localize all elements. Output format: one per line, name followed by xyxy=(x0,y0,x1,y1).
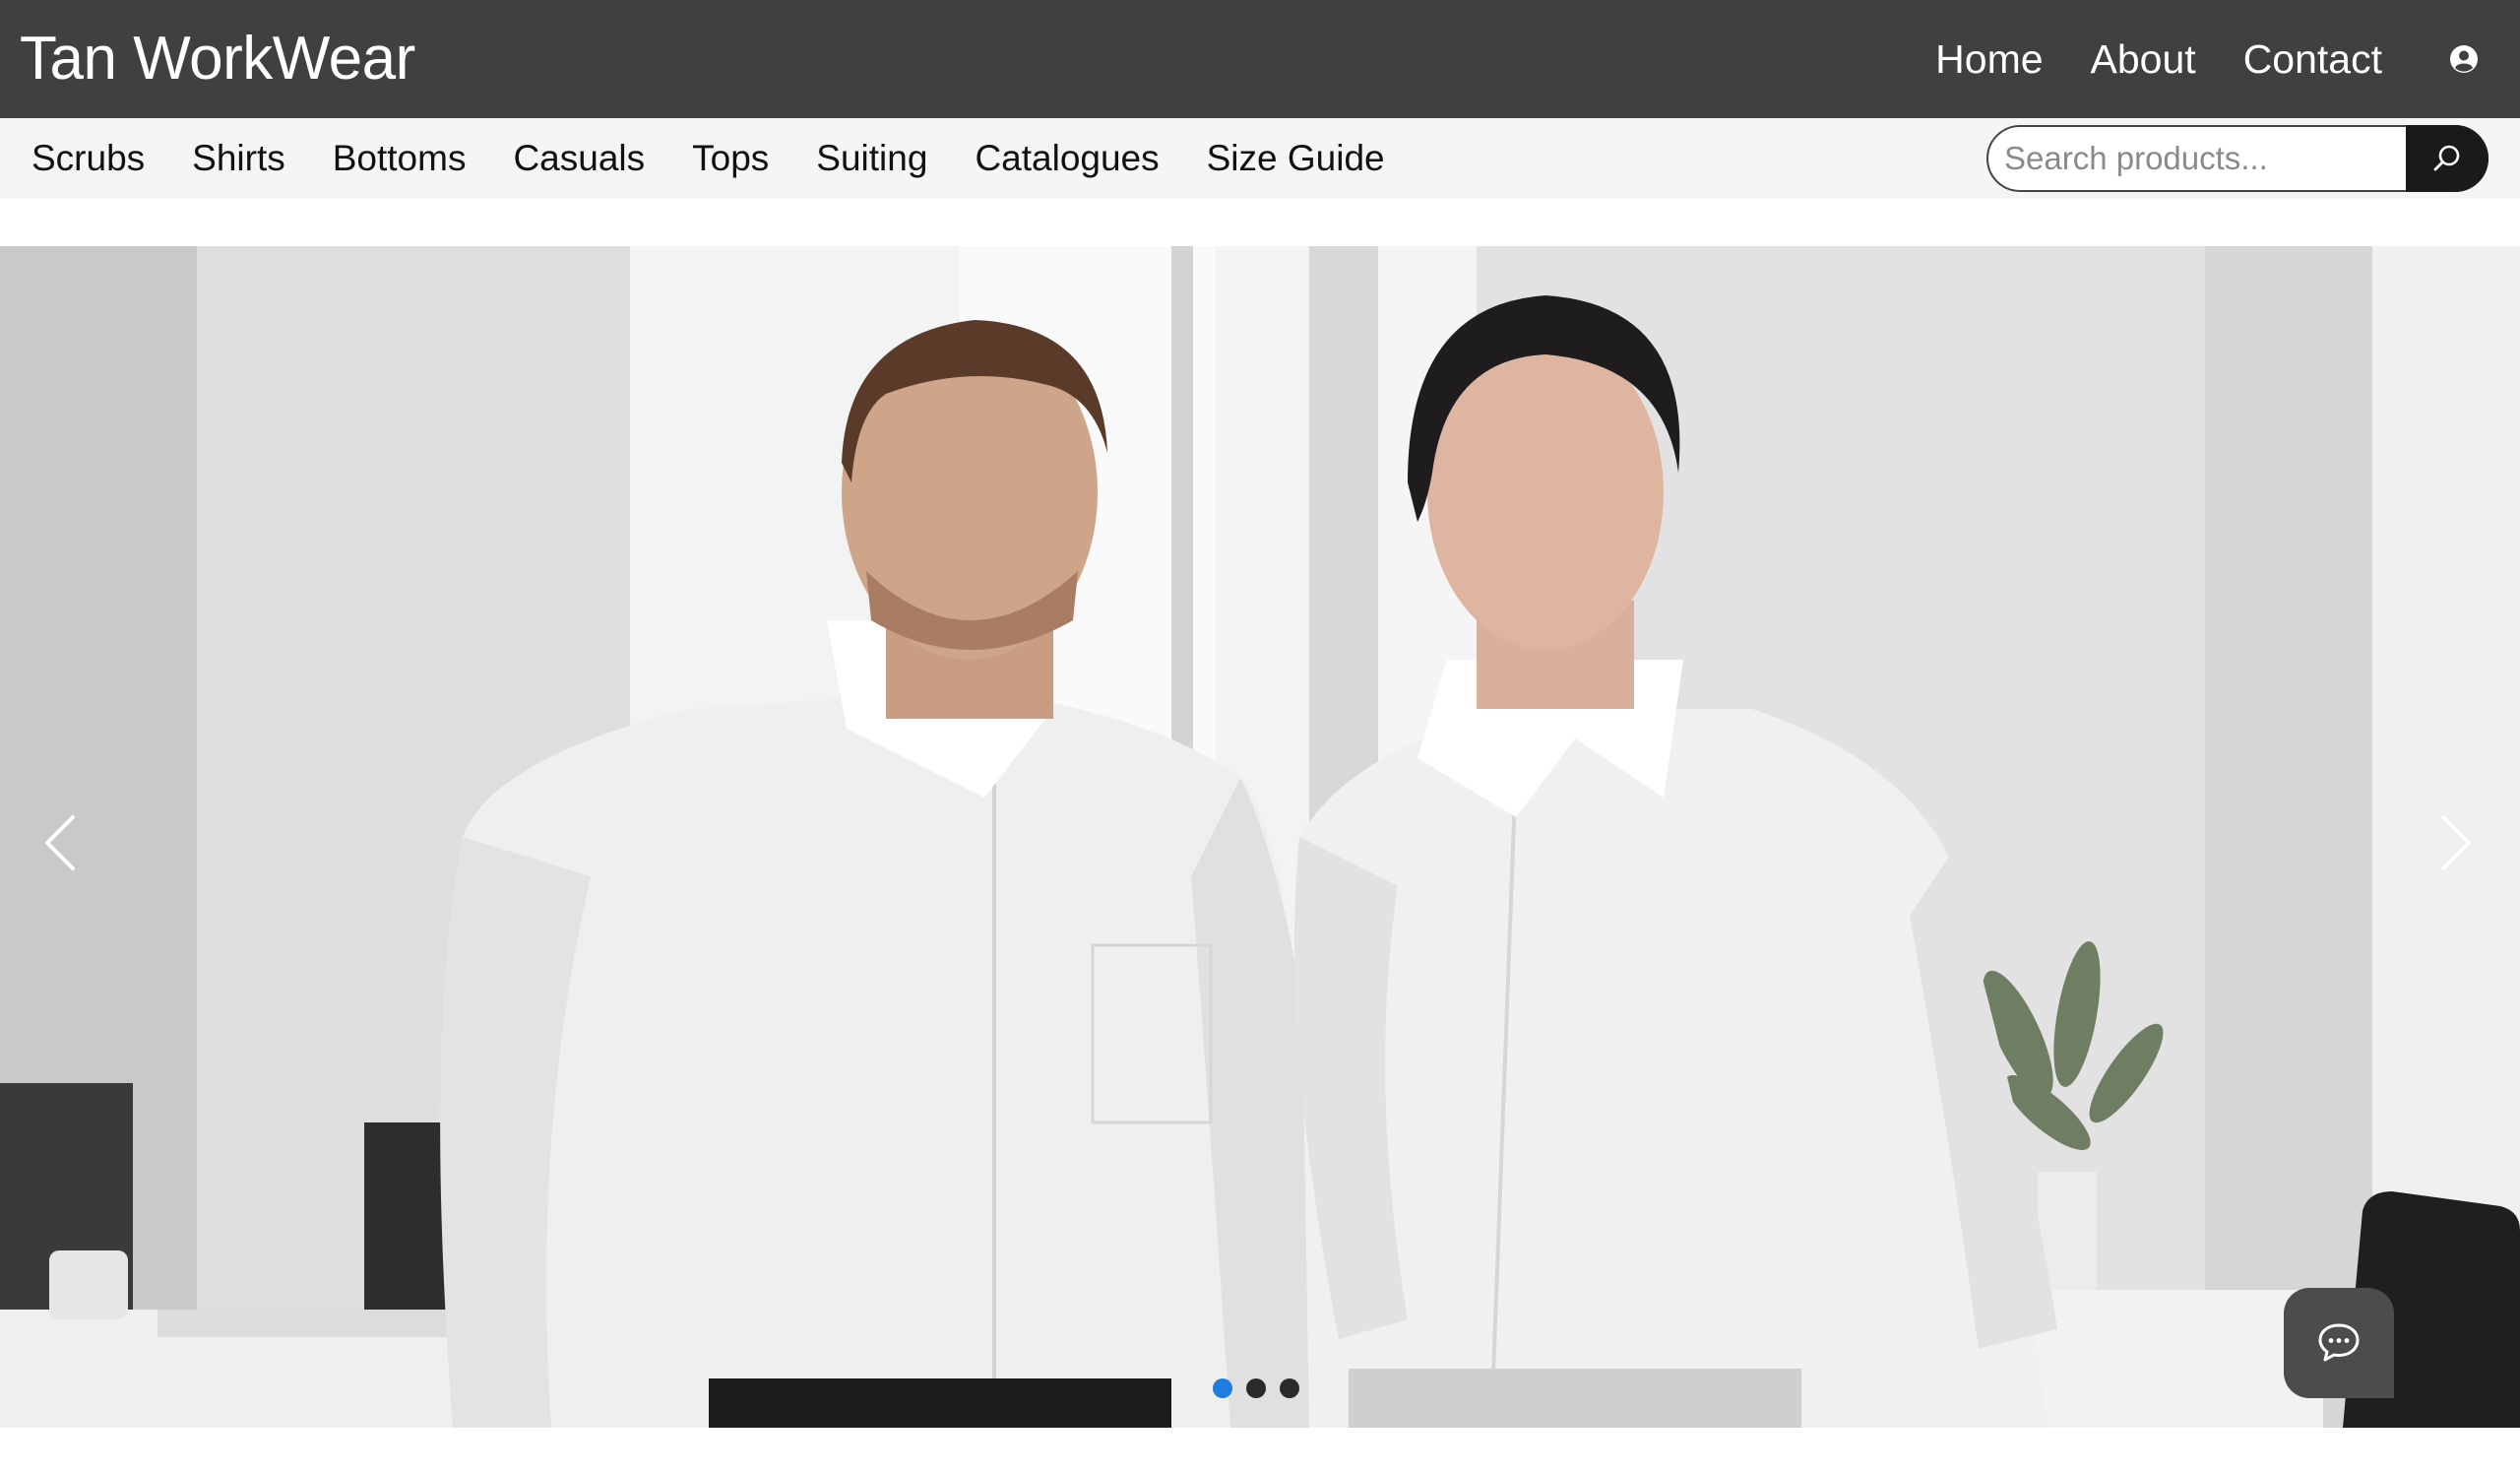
brand-logo[interactable]: Tan WorkWear xyxy=(20,18,415,100)
hero-carousel xyxy=(0,246,2520,1428)
category-casuals[interactable]: Casuals xyxy=(513,138,645,179)
carousel-next-button[interactable] xyxy=(2427,803,2487,882)
carousel-dot[interactable] xyxy=(1246,1378,1266,1398)
user-circle-icon[interactable] xyxy=(2449,44,2479,74)
hero-image xyxy=(0,246,2520,1428)
nav-home-link[interactable]: Home xyxy=(1935,36,2043,83)
search-button[interactable] xyxy=(2406,125,2488,192)
category-catalogues[interactable]: Catalogues xyxy=(975,138,1159,179)
search-input[interactable] xyxy=(1988,127,2418,190)
nav-about-link[interactable]: About xyxy=(2091,36,2196,83)
carousel-prev-button[interactable] xyxy=(30,803,89,882)
carousel-dot[interactable] xyxy=(1213,1378,1232,1398)
site-header: Tan WorkWear Home About Contact xyxy=(0,0,2520,118)
category-scrubs[interactable]: Scrubs xyxy=(32,138,145,179)
search-icon xyxy=(2433,145,2460,171)
category-shirts[interactable]: Shirts xyxy=(192,138,285,179)
category-tops[interactable]: Tops xyxy=(692,138,769,179)
chat-bubble-icon xyxy=(2318,1323,2360,1362)
carousel-dot[interactable] xyxy=(1280,1378,1299,1398)
category-size-guide[interactable]: Size Guide xyxy=(1207,138,1385,179)
carousel-indicators xyxy=(1213,1378,1299,1398)
chevron-right-icon xyxy=(2441,815,2471,870)
category-bottoms[interactable]: Bottoms xyxy=(333,138,467,179)
chat-button[interactable] xyxy=(2284,1288,2394,1398)
main-nav: Home About Contact xyxy=(1935,30,2382,89)
nav-contact-link[interactable]: Contact xyxy=(2243,36,2382,83)
chevron-left-icon xyxy=(45,815,75,870)
category-suiting[interactable]: Suiting xyxy=(816,138,927,179)
category-nav: Scrubs Shirts Bottoms Casuals Tops Suiti… xyxy=(32,118,1385,199)
